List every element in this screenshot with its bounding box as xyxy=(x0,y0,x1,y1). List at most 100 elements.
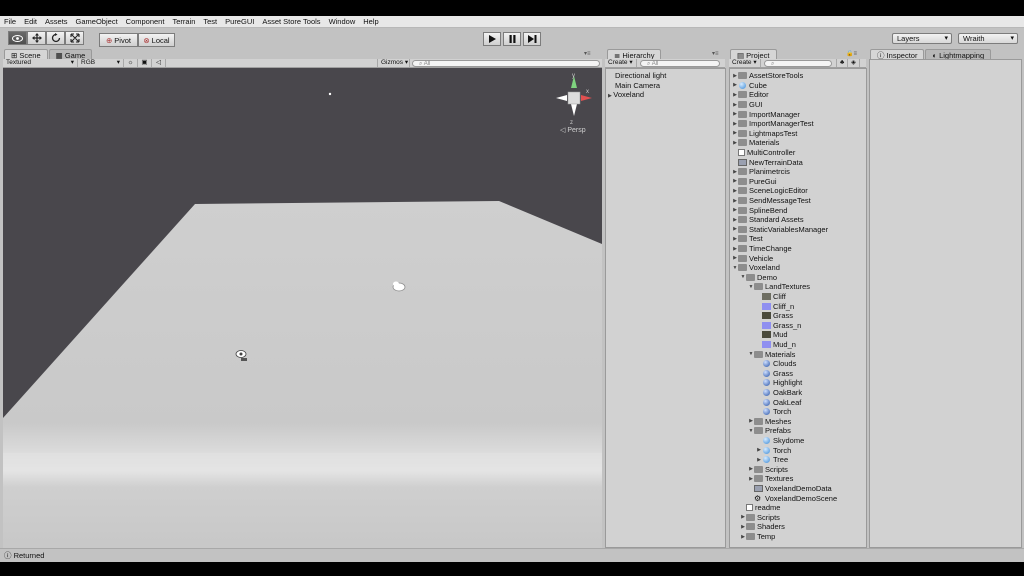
menu-terrain[interactable]: Terrain xyxy=(172,17,195,26)
lighting-toggle[interactable]: ☼ xyxy=(124,59,138,67)
project-item[interactable]: ▼ LandTextures xyxy=(748,282,811,292)
project-item[interactable]: ▶ Standard Assets xyxy=(732,215,804,225)
menu-test[interactable]: Test xyxy=(203,17,217,26)
folder-icon xyxy=(738,197,747,205)
project-item[interactable]: NewTerrainData xyxy=(732,157,803,167)
project-item[interactable]: ▶ Meshes xyxy=(748,417,791,427)
project-item[interactable]: Grass xyxy=(756,311,793,321)
project-item[interactable]: Cliff xyxy=(756,292,786,302)
project-item[interactable]: readme xyxy=(740,503,780,513)
chevron-right-icon[interactable]: ▶ xyxy=(756,447,762,453)
project-item[interactable]: ▶ Vehicle xyxy=(732,253,773,263)
project-item[interactable]: ▶ GUI xyxy=(732,100,762,110)
project-item[interactable]: Mud xyxy=(756,330,788,340)
project-item[interactable]: ▶ Materials xyxy=(732,138,779,148)
render-mode-dropdown[interactable]: Textured ▾ xyxy=(3,59,78,67)
project-item[interactable]: ▶ Planimetrcis xyxy=(732,167,790,177)
project-item[interactable]: ▼ Materials xyxy=(748,349,796,359)
project-item[interactable]: ▶ SplineBend xyxy=(732,205,787,215)
project-search-input[interactable]: ⌕ xyxy=(764,59,832,67)
menu-file[interactable]: File xyxy=(4,17,16,26)
view-mode-label[interactable]: ◁ Persp xyxy=(560,127,586,134)
menu-gameobject[interactable]: GameObject xyxy=(76,17,118,26)
scene-viewport[interactable]: y x z ◁ Persp xyxy=(3,68,602,559)
material-icon xyxy=(763,379,770,387)
project-item[interactable]: ▶ Torch xyxy=(756,445,791,455)
project-item[interactable]: OakLeaf xyxy=(756,397,801,407)
menu-component[interactable]: Component xyxy=(126,17,165,26)
project-item[interactable]: Cliff_n xyxy=(756,301,794,311)
layers-dropdown[interactable]: Layers xyxy=(892,33,952,44)
pivot-toggle-button[interactable]: ⊕ Pivot xyxy=(99,33,138,47)
project-item[interactable]: ▶ Textures xyxy=(748,474,793,484)
rotate-tool-button[interactable] xyxy=(46,31,65,45)
scene-panel-menu-icon[interactable]: ▾≡ xyxy=(584,50,591,57)
hierarchy-item-voxeland[interactable]: ▶ Voxeland xyxy=(608,90,644,99)
hierarchy-item-directional-light[interactable]: Directional light xyxy=(615,71,666,80)
project-create-button[interactable]: Create ▾ xyxy=(729,59,761,67)
filter-by-label-button[interactable]: ◈ xyxy=(848,59,860,67)
menu-assets[interactable]: Assets xyxy=(45,17,68,26)
pause-button[interactable] xyxy=(503,32,521,46)
project-item[interactable]: ▶ Tree xyxy=(756,455,788,465)
menu-puregui[interactable]: PureGUI xyxy=(225,17,254,26)
scene-search-input[interactable]: ⌕ All xyxy=(412,59,600,67)
project-item[interactable]: ⚙ VoxelandDemoScene xyxy=(748,493,837,503)
project-item[interactable]: Highlight xyxy=(756,378,802,388)
project-item[interactable]: ▼ Demo xyxy=(740,273,778,283)
pivot-label: Pivot xyxy=(114,35,131,45)
menu-window[interactable]: Window xyxy=(329,17,356,26)
project-item[interactable]: ▼ Voxeland xyxy=(732,263,780,273)
project-item[interactable]: ▶ TimeChange xyxy=(732,244,792,254)
scene-fx-toggle[interactable]: ▣ xyxy=(138,59,152,67)
project-item[interactable]: MultiController xyxy=(732,148,795,158)
project-item[interactable]: Torch xyxy=(756,407,791,417)
project-item[interactable]: ▶ ImportManagerTest xyxy=(732,119,814,129)
menu-help[interactable]: Help xyxy=(363,17,378,26)
project-item[interactable]: ▶ SceneLogicEditor xyxy=(732,186,808,196)
project-item[interactable]: ▶ LightmapsTest xyxy=(732,129,797,139)
hand-tool-button[interactable] xyxy=(8,31,27,45)
project-item[interactable]: ▶ Scripts xyxy=(748,465,788,475)
hierarchy-item-main-camera[interactable]: Main Camera xyxy=(615,81,660,90)
filter-by-type-button[interactable]: ♣ xyxy=(836,59,848,67)
project-item[interactable]: ▶ Editor xyxy=(732,90,769,100)
project-item[interactable]: Mud_n xyxy=(756,340,796,350)
hierarchy-create-button[interactable]: Create ▾ xyxy=(605,59,637,67)
scale-tool-button[interactable] xyxy=(65,31,84,45)
project-item[interactable]: ▶ AssetStoreTools xyxy=(732,71,803,81)
project-item[interactable]: ▶ ImportManager xyxy=(732,109,800,119)
project-item[interactable]: ▶ Test xyxy=(732,234,763,244)
project-item[interactable]: Skydome xyxy=(756,436,804,446)
project-item-label: Grass xyxy=(773,368,794,378)
project-item[interactable]: ▶ StaticVariablesManager xyxy=(732,225,828,235)
chevron-right-icon[interactable]: ▶ xyxy=(756,457,762,463)
color-mode-dropdown[interactable]: RGB ▾ xyxy=(78,59,124,67)
project-item[interactable]: OakBark xyxy=(756,388,802,398)
menu-edit[interactable]: Edit xyxy=(24,17,37,26)
gizmos-dropdown[interactable]: Gizmos ▾ xyxy=(377,59,410,67)
layout-dropdown[interactable]: Wraith xyxy=(958,33,1018,44)
project-item[interactable]: ▶ Cube xyxy=(732,81,767,91)
step-button[interactable] xyxy=(523,32,541,46)
chevron-right-icon[interactable]: ▶ xyxy=(732,82,738,88)
project-item[interactable]: ▶ Temp xyxy=(740,532,775,542)
audio-toggle[interactable]: ◁ xyxy=(152,59,166,67)
menu-asset-store-tools[interactable]: Asset Store Tools xyxy=(262,17,320,26)
project-panel-lock-icon[interactable]: 🔒≡ xyxy=(846,50,857,57)
move-tool-button[interactable] xyxy=(27,31,46,45)
project-item[interactable]: Grass_n xyxy=(756,321,801,331)
orientation-gizmo[interactable]: y x z xyxy=(556,73,592,126)
project-item[interactable]: ▶ PureGui xyxy=(732,177,776,187)
project-item[interactable]: ▼ Prefabs xyxy=(748,426,791,436)
hierarchy-search-input[interactable]: ⌕ All xyxy=(640,59,720,67)
project-item[interactable]: VoxelandDemoData xyxy=(748,484,832,494)
local-toggle-button[interactable]: ⊗ Local xyxy=(138,33,175,47)
play-button[interactable] xyxy=(483,32,501,46)
project-item[interactable]: ▶ SendMessageTest xyxy=(732,196,811,206)
project-item[interactable]: Grass xyxy=(756,369,793,379)
hierarchy-panel-menu-icon[interactable]: ▾≡ xyxy=(712,50,719,57)
project-item[interactable]: ▶ Shaders xyxy=(740,522,785,532)
project-item[interactable]: ▶ Scripts xyxy=(740,513,780,523)
project-item[interactable]: Clouds xyxy=(756,359,796,369)
